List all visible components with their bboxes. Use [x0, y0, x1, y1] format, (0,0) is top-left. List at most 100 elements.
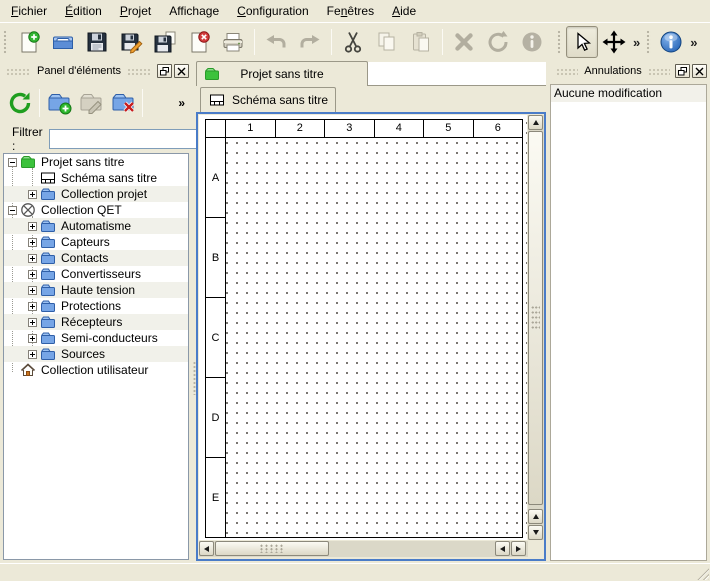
- reload-collections-button[interactable]: [4, 87, 36, 119]
- tree-item-haute-tension[interactable]: Haute tension: [4, 282, 188, 298]
- close-file-button[interactable]: [182, 25, 216, 59]
- menu-fichier[interactable]: Fichier: [2, 1, 56, 21]
- menu-configuration[interactable]: Configuration: [228, 1, 318, 21]
- tab-schema-sans-titre[interactable]: Schéma sans titre: [200, 87, 336, 112]
- float-restore-icon: [678, 67, 687, 76]
- new-category-button[interactable]: [43, 87, 75, 119]
- tree-item-capteurs[interactable]: Capteurs: [4, 234, 188, 250]
- tree-item-contacts[interactable]: Contacts: [4, 250, 188, 266]
- float-panel-button[interactable]: [157, 64, 172, 78]
- tree-item-recepteurs[interactable]: Récepteurs: [4, 314, 188, 330]
- resize-grip-icon[interactable]: [696, 567, 709, 580]
- tree-item-sources[interactable]: Sources: [4, 346, 188, 362]
- paste-button[interactable]: [404, 25, 438, 59]
- tree-item-collection-projet[interactable]: Collection projet: [4, 186, 188, 202]
- tree-item-protections[interactable]: Protections: [4, 298, 188, 314]
- folder-icon: [40, 298, 56, 314]
- expand-expander-icon[interactable]: [28, 238, 37, 247]
- menu-edition[interactable]: Édition: [56, 1, 111, 21]
- selection-cursor-icon: [571, 31, 593, 53]
- edit-category-button[interactable]: [75, 87, 107, 119]
- dock-title-texture: [6, 67, 31, 76]
- element-info-button[interactable]: [515, 25, 549, 59]
- delete-category-button[interactable]: [107, 87, 139, 119]
- column-header-row: 1 2 3 4 5 6: [206, 120, 522, 138]
- tab-bar-empty-area: [368, 62, 546, 86]
- schema-tab-bar: Schéma sans titre: [196, 86, 546, 112]
- about-button[interactable]: [655, 26, 687, 58]
- print-button[interactable]: [216, 25, 250, 59]
- tree-item-semi-conducteurs[interactable]: Semi-conducteurs: [4, 330, 188, 346]
- delete-icon: [452, 30, 476, 54]
- vertical-scroll-thumb[interactable]: [528, 131, 543, 505]
- qelectrotech-window: { "menu": { "items": [ { "label": "Fichi…: [0, 0, 710, 581]
- tree-item-collection-qet[interactable]: Collection QET: [4, 202, 188, 218]
- new-file-button[interactable]: [12, 25, 46, 59]
- schema-tab-label: Schéma sans titre: [232, 93, 328, 107]
- toolbar-separator: [442, 29, 443, 55]
- copy-icon: [375, 30, 399, 54]
- pan-mode-button[interactable]: [598, 26, 630, 58]
- elements-panel-titlebar[interactable]: Panel d'éléments: [0, 61, 192, 81]
- new-file-icon: [17, 30, 41, 54]
- schema-canvas[interactable]: 1 2 3 4 5 6 A B C D E: [199, 115, 527, 540]
- undo-panel-titlebar[interactable]: Annulations: [550, 61, 710, 81]
- tree-item-automatisme[interactable]: Automatisme: [4, 218, 188, 234]
- rotate-button[interactable]: [481, 25, 515, 59]
- menu-affichage[interactable]: Affichage: [160, 1, 228, 21]
- menu-projet[interactable]: Projet: [111, 1, 160, 21]
- toolbar-overflow-chevron[interactable]: »: [630, 35, 643, 50]
- toolbar-overflow-chevron[interactable]: »: [687, 35, 700, 50]
- filter-input[interactable]: [49, 129, 212, 149]
- expand-expander-icon[interactable]: [28, 222, 37, 231]
- save-as-button[interactable]: [114, 25, 148, 59]
- delete-button[interactable]: [447, 25, 481, 59]
- horizontal-scroll-thumb[interactable]: [215, 541, 329, 556]
- expand-expander-icon[interactable]: [28, 318, 37, 327]
- tree-item-collection-utilisateur[interactable]: Collection utilisateur: [4, 362, 188, 378]
- undo-button[interactable]: [259, 25, 293, 59]
- folder-icon: [40, 314, 56, 330]
- tab-projet-sans-titre[interactable]: Projet sans titre: [196, 61, 368, 86]
- collapse-expander-icon[interactable]: [8, 158, 17, 167]
- scroll-down-button[interactable]: [528, 525, 543, 540]
- expand-expander-icon[interactable]: [28, 302, 37, 311]
- expand-expander-icon[interactable]: [28, 334, 37, 343]
- close-panel-button[interactable]: [174, 64, 189, 78]
- menu-aide[interactable]: Aide: [383, 1, 425, 21]
- vertical-scrollbar[interactable]: [528, 115, 544, 540]
- toolbar-drag-handle[interactable]: [3, 30, 8, 54]
- toolbar-drag-handle[interactable]: [646, 30, 651, 54]
- undo-list-item[interactable]: Aucune modification: [551, 85, 706, 102]
- collapse-expander-icon[interactable]: [8, 206, 17, 215]
- copy-button[interactable]: [370, 25, 404, 59]
- scroll-left-button-right[interactable]: [495, 541, 510, 556]
- float-panel-button[interactable]: [675, 64, 690, 78]
- scroll-left-button[interactable]: [199, 541, 214, 556]
- panel-toolbar-overflow-chevron[interactable]: »: [178, 96, 185, 110]
- dock-title-texture: [127, 67, 152, 76]
- cut-button[interactable]: [336, 25, 370, 59]
- undo-panel-title: Annulations: [581, 65, 645, 77]
- expand-expander-icon[interactable]: [28, 286, 37, 295]
- scroll-up-button[interactable]: [528, 115, 543, 130]
- expand-expander-icon[interactable]: [28, 254, 37, 263]
- selection-mode-button[interactable]: [566, 26, 598, 58]
- scroll-up-button-bottom[interactable]: [528, 509, 543, 524]
- tree-item-convertisseurs[interactable]: Convertisseurs: [4, 266, 188, 282]
- menu-fenetres[interactable]: Fenêtres: [318, 1, 383, 21]
- save-button[interactable]: [80, 25, 114, 59]
- scroll-right-button[interactable]: [511, 541, 526, 556]
- toolbar-drag-handle[interactable]: [557, 30, 562, 54]
- row-header-column: A B C D E: [206, 138, 226, 537]
- tree-item-schema-sans-titre[interactable]: Schéma sans titre: [4, 170, 188, 186]
- save-all-button[interactable]: [148, 25, 182, 59]
- close-panel-button[interactable]: [692, 64, 707, 78]
- expand-expander-icon[interactable]: [28, 190, 37, 199]
- tree-item-projet-sans-titre[interactable]: Projet sans titre: [4, 154, 188, 170]
- redo-button[interactable]: [293, 25, 327, 59]
- open-button[interactable]: [46, 25, 80, 59]
- expand-expander-icon[interactable]: [28, 350, 37, 359]
- horizontal-scrollbar[interactable]: [199, 541, 528, 557]
- expand-expander-icon[interactable]: [28, 270, 37, 279]
